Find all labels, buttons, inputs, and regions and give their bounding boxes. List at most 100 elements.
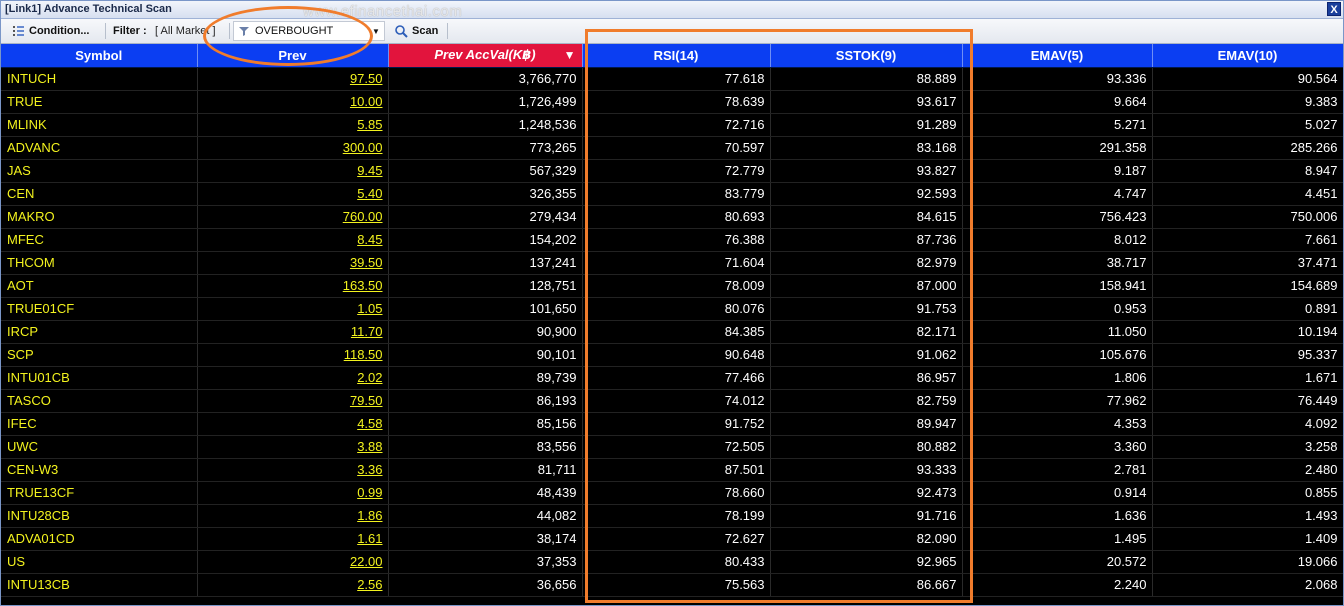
toolbar: Condition... Filter : [ All Market ] OVE… [1,19,1343,44]
cell-symbol: TRUE01CF [1,297,198,321]
cell-prev-accval: 86,193 [388,389,583,413]
condition-grip-icon [12,24,26,38]
cell-prev[interactable]: 10.00 [197,90,389,114]
cell-emav5: 2.240 [962,573,1153,597]
cell-prev[interactable]: 97.50 [197,67,389,91]
cell-prev-accval: 101,650 [388,297,583,321]
cell-emav5: 0.914 [962,481,1153,505]
cell-prev-accval: 89,739 [388,366,583,390]
table-row[interactable]: CEN 5.40 326,355 83.779 92.593 4.747 4.451 [1,182,1343,206]
cell-prev[interactable]: 39.50 [197,251,389,275]
table-row[interactable]: THCOM 39.50 137,241 71.604 82.979 38.717 37.47… [1,251,1343,275]
cell-prev[interactable]: 79.50 [197,389,389,413]
cell-prev[interactable]: 0.99 [197,481,389,505]
cell-sstok9: 92.965 [770,550,963,574]
cell-rsi14: 75.563 [582,573,771,597]
table-row[interactable]: SCP 118.50 90,101 90.648 91.062 105.676 95.337 [1,343,1343,367]
cell-prev[interactable]: 3.88 [197,435,389,459]
cell-symbol: IFEC [1,412,198,436]
cell-symbol: THCOM [1,251,198,275]
condition-button[interactable]: Condition... [9,21,92,41]
cell-prev[interactable]: 1.86 [197,504,389,528]
scan-button[interactable]: Scan [391,21,441,41]
cell-rsi14: 74.012 [582,389,771,413]
cell-prev-accval: 279,434 [388,205,583,229]
table-row[interactable]: TRUE01CF 1.05 101,650 80.076 91.753 0.953 0.89… [1,297,1343,321]
cell-prev-accval: 567,329 [388,159,583,183]
filter-value[interactable]: [ All Market ] [155,21,216,41]
scan-label: Scan [412,25,439,37]
table-row[interactable]: IFEC 4.58 85,156 91.752 89.947 4.353 4.092 [1,412,1343,436]
cell-emav10: 1.409 [1152,527,1343,551]
table-row[interactable]: MLINK 5.85 1,248,536 72.716 91.289 5.271 5.027 [1,113,1343,137]
cell-sstok9: 82.759 [770,389,963,413]
table-row[interactable]: INTU28CB 1.86 44,082 78.199 91.716 1.636 1.493 [1,504,1343,528]
table-row[interactable]: UWC 3.88 83,556 72.505 80.882 3.360 3.258 [1,435,1343,459]
cell-emav5: 77.962 [962,389,1153,413]
close-button[interactable]: X [1327,2,1341,16]
cell-emav10: 90.564 [1152,67,1343,91]
cell-emav10: 1.493 [1152,504,1343,528]
cell-prev[interactable]: 8.45 [197,228,389,252]
table-row[interactable]: TASCO 79.50 86,193 74.012 82.759 77.962 76.449 [1,389,1343,413]
cell-emav10: 750.006 [1152,205,1343,229]
cell-prev[interactable]: 1.61 [197,527,389,551]
cell-prev[interactable]: 760.00 [197,205,389,229]
table-row[interactable]: TRUE 10.00 1,726,499 78.639 93.617 9.664 9.383 [1,90,1343,114]
chevron-down-icon[interactable]: ▼ [371,27,381,36]
table-row[interactable]: CEN-W3 3.36 81,711 87.501 93.333 2.781 2.480 [1,458,1343,482]
table-row[interactable]: US 22.00 37,353 80.433 92.965 20.572 19.066 [1,550,1343,574]
cell-prev[interactable]: 5.85 [197,113,389,137]
column-header-emav5[interactable]: EMAV(5) [962,44,1153,68]
cell-sstok9: 86.667 [770,573,963,597]
table-row[interactable]: IRCP 11.70 90,900 84.385 82.171 11.050 10.194 [1,320,1343,344]
table-row[interactable]: TRUE13CF 0.99 48,439 78.660 92.473 0.914 0.855 [1,481,1343,505]
scan-type-select[interactable]: OVERBOUGHT ▼ [233,21,385,41]
cell-prev[interactable]: 2.56 [197,573,389,597]
table-row[interactable]: AOT 163.50 128,751 78.009 87.000 158.941 154.6… [1,274,1343,298]
cell-prev[interactable]: 3.36 [197,458,389,482]
cell-prev[interactable]: 1.05 [197,297,389,321]
cell-symbol: US [1,550,198,574]
cell-sstok9: 93.333 [770,458,963,482]
cell-sstok9: 91.289 [770,113,963,137]
table-row[interactable]: ADVANC 300.00 773,265 70.597 83.168 291.358 28… [1,136,1343,160]
cell-emav5: 756.423 [962,205,1153,229]
column-header-prev-accval[interactable]: Prev AccVal(K฿) ▼ [388,44,583,68]
cell-rsi14: 80.693 [582,205,771,229]
cell-emav10: 285.266 [1152,136,1343,160]
cell-prev[interactable]: 2.02 [197,366,389,390]
table-row[interactable]: INTUCH 97.50 3,766,770 77.618 88.889 93.336 90… [1,67,1343,91]
table-row[interactable]: MFEC 8.45 154,202 76.388 87.736 8.012 7.661 [1,228,1343,252]
cell-prev-accval: 37,353 [388,550,583,574]
cell-prev[interactable]: 11.70 [197,320,389,344]
title-bar[interactable]: [Link1] Advance Technical Scan X [1,1,1343,19]
toolbar-separator [105,23,106,39]
cell-prev[interactable]: 163.50 [197,274,389,298]
table-row[interactable]: JAS 9.45 567,329 72.779 93.827 9.187 8.947 [1,159,1343,183]
column-header-symbol[interactable]: Symbol [1,44,198,68]
cell-prev[interactable]: 22.00 [197,550,389,574]
cell-prev[interactable]: 300.00 [197,136,389,160]
column-header-prev[interactable]: Prev [197,44,389,68]
column-header-emav10[interactable]: EMAV(10) [1152,44,1343,68]
column-header-sstok9[interactable]: SSTOK(9) [770,44,963,68]
cell-prev[interactable]: 118.50 [197,343,389,367]
cell-emav5: 4.353 [962,412,1153,436]
cell-emav5: 93.336 [962,67,1153,91]
cell-prev-accval: 128,751 [388,274,583,298]
cell-rsi14: 90.648 [582,343,771,367]
cell-sstok9: 91.716 [770,504,963,528]
cell-emav10: 9.383 [1152,90,1343,114]
cell-emav5: 5.271 [962,113,1153,137]
cell-prev[interactable]: 4.58 [197,412,389,436]
table-row[interactable]: ADVA01CD 1.61 38,174 72.627 82.090 1.495 1.409 [1,527,1343,551]
cell-symbol: TRUE13CF [1,481,198,505]
table-row[interactable]: MAKRO 760.00 279,434 80.693 84.615 756.423 750… [1,205,1343,229]
cell-prev[interactable]: 5.40 [197,182,389,206]
cell-prev-accval: 1,726,499 [388,90,583,114]
column-header-rsi14[interactable]: RSI(14) [582,44,771,68]
table-row[interactable]: INTU01CB 2.02 89,739 77.466 86.957 1.806 1.671 [1,366,1343,390]
table-row[interactable]: INTU13CB 2.56 36,656 75.563 86.667 2.240 2.068 [1,573,1343,597]
cell-prev[interactable]: 9.45 [197,159,389,183]
